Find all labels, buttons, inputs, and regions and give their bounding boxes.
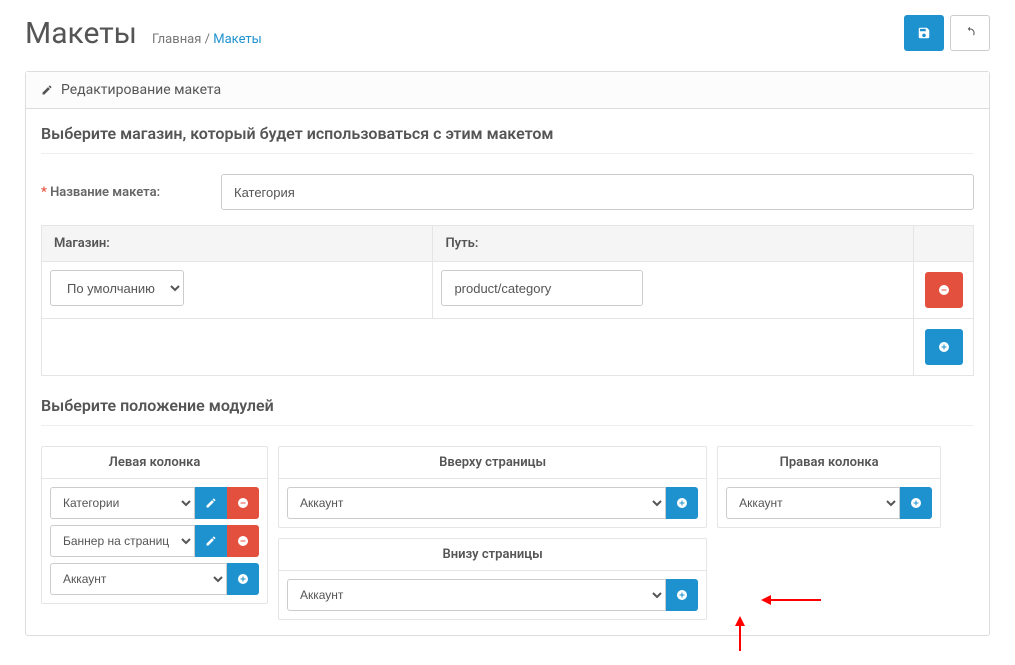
- remove-module-button[interactable]: [227, 525, 259, 557]
- module-positions: Левая колонка Категории Баннер на страни…: [41, 446, 974, 620]
- modules-legend: Выберите положение модулей: [41, 396, 974, 426]
- content-bottom-table: Внизу страницы Аккаунт: [278, 538, 707, 620]
- edit-module-button[interactable]: [195, 525, 227, 557]
- plus-circle-icon: [676, 497, 688, 509]
- remove-route-button[interactable]: [925, 272, 963, 308]
- left-column-table: Левая колонка Категории Баннер на страни…: [41, 446, 268, 604]
- add-module-button[interactable]: [666, 579, 698, 611]
- page-title: Макеты: [25, 16, 137, 51]
- store-legend: Выберите магазин, который будет использо…: [41, 124, 974, 154]
- right-column-table: Правая колонка Аккаунт: [717, 446, 941, 528]
- layout-name-input[interactable]: [221, 174, 974, 210]
- module-row-left-1: Баннер на страниц: [50, 525, 259, 557]
- panel-title: Редактирование макета: [61, 82, 221, 98]
- save-button[interactable]: [904, 15, 944, 51]
- annotation-arrow-horizontal: [761, 595, 821, 605]
- module-row-right-add: Аккаунт: [726, 487, 932, 519]
- breadcrumb: Главная / Макеты: [152, 32, 262, 47]
- cancel-button[interactable]: [950, 15, 990, 51]
- annotation-arrow-vertical: [735, 616, 745, 651]
- minus-circle-icon: [237, 497, 249, 509]
- name-label: * Название макета:: [41, 185, 201, 200]
- module-select[interactable]: Категории: [50, 487, 195, 519]
- path-input[interactable]: [441, 270, 643, 306]
- save-icon: [917, 26, 931, 40]
- panel-heading: Редактирование макета: [26, 72, 989, 109]
- plus-circle-icon: [676, 589, 688, 601]
- plus-circle-icon: [938, 341, 950, 353]
- back-arrow-icon: [963, 26, 977, 40]
- route-header-path: Путь:: [433, 226, 914, 262]
- pencil-icon: [205, 535, 217, 547]
- edit-module-button[interactable]: [195, 487, 227, 519]
- minus-circle-icon: [938, 284, 950, 296]
- breadcrumb-home[interactable]: Главная: [152, 32, 201, 47]
- module-row-bottom-add: Аккаунт: [287, 579, 698, 611]
- add-module-button[interactable]: [227, 563, 259, 595]
- module-row-top-add: Аккаунт: [287, 487, 698, 519]
- store-select[interactable]: По умолчанию: [50, 270, 184, 306]
- module-select[interactable]: Баннер на страниц: [50, 525, 195, 557]
- page-header: Макеты Главная / Макеты: [25, 15, 990, 51]
- module-select[interactable]: Аккаунт: [287, 487, 666, 519]
- module-select[interactable]: Аккаунт: [287, 579, 666, 611]
- pencil-icon: [205, 497, 217, 509]
- add-module-button[interactable]: [666, 487, 698, 519]
- route-add-row: [42, 319, 974, 376]
- pencil-icon: [41, 84, 53, 96]
- route-row: По умолчанию: [42, 262, 974, 319]
- plus-circle-icon: [237, 573, 249, 585]
- route-header-store: Магазин:: [42, 226, 433, 262]
- add-module-button[interactable]: [900, 487, 932, 519]
- module-row-left-add: Аккаунт: [50, 563, 259, 595]
- plus-circle-icon: [910, 497, 922, 509]
- right-column-title: Правая колонка: [718, 447, 940, 479]
- edit-panel: Редактирование макета Выберите магазин, …: [25, 71, 990, 636]
- module-select[interactable]: Аккаунт: [50, 563, 227, 595]
- module-row-left-0: Категории: [50, 487, 259, 519]
- content-top-table: Вверху страницы Аккаунт: [278, 446, 707, 528]
- minus-circle-icon: [237, 535, 249, 547]
- module-select[interactable]: Аккаунт: [726, 487, 900, 519]
- remove-module-button[interactable]: [227, 487, 259, 519]
- content-bottom-title: Внизу страницы: [279, 539, 706, 571]
- add-route-button[interactable]: [925, 329, 963, 365]
- route-table: Магазин: Путь: По умолчанию: [41, 225, 974, 376]
- content-top-title: Вверху страницы: [279, 447, 706, 479]
- breadcrumb-current[interactable]: Макеты: [213, 32, 262, 47]
- left-column-title: Левая колонка: [42, 447, 267, 479]
